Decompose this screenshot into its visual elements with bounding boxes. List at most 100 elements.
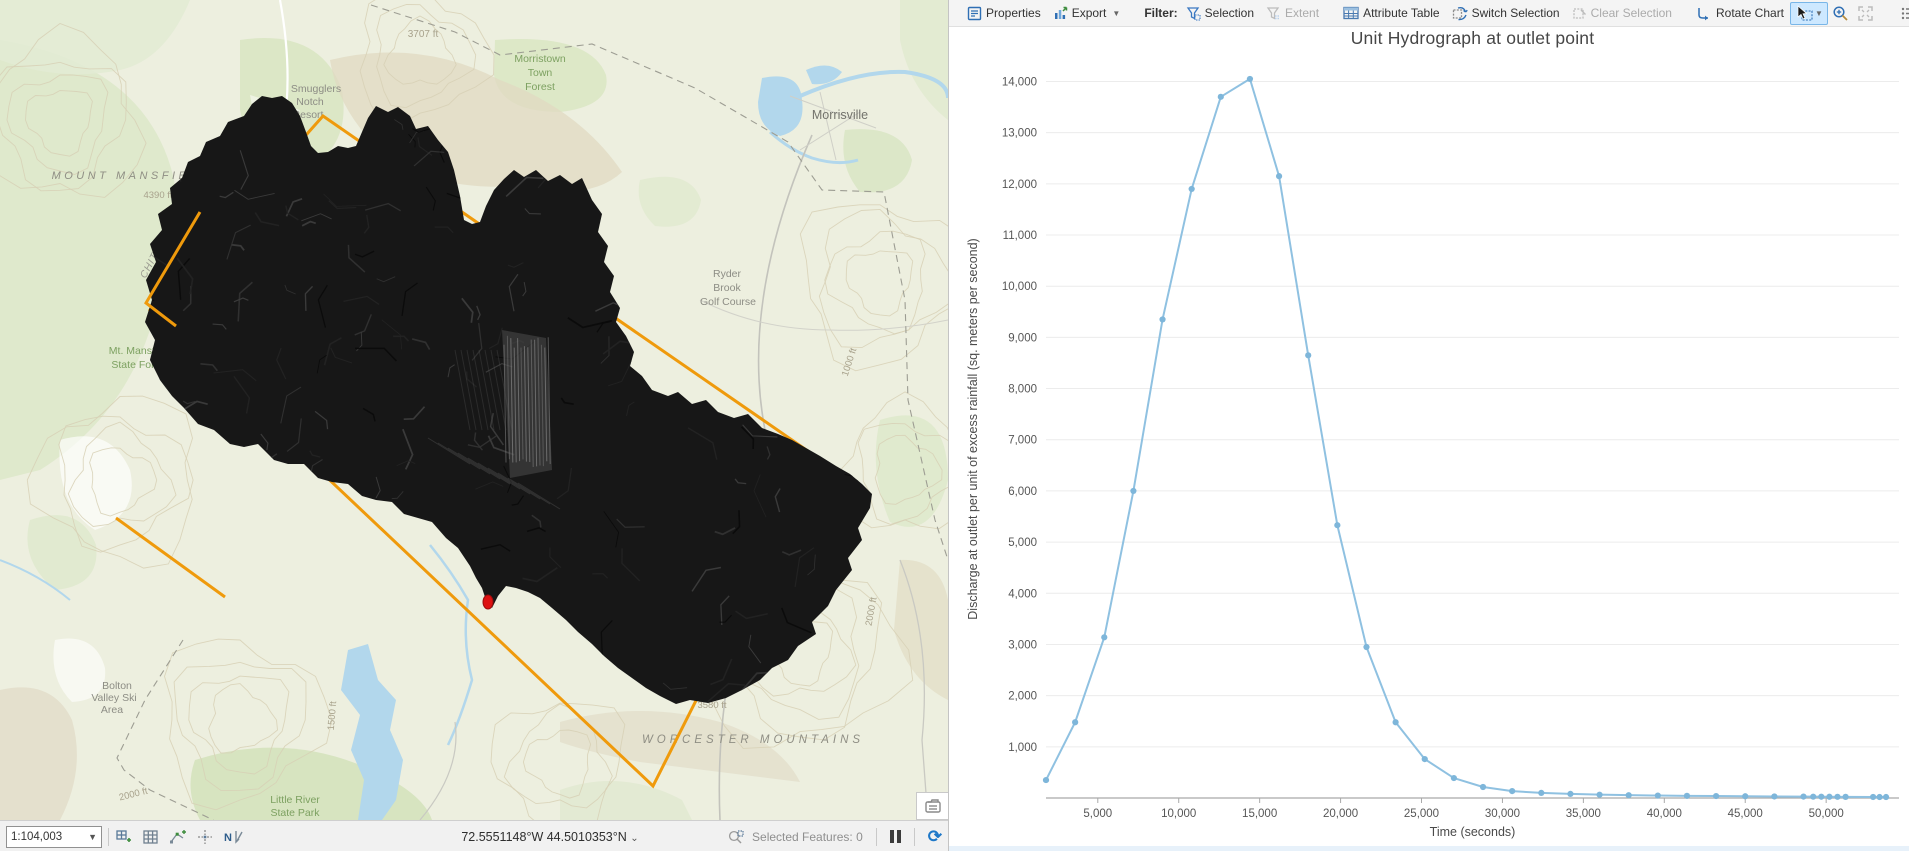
- map-overflow-button[interactable]: [916, 792, 950, 820]
- divider: [108, 827, 109, 846]
- data-point-marker: [1334, 522, 1341, 529]
- chart-panel-edge: [949, 846, 1909, 851]
- cursor-coordinates[interactable]: 72.5551148°W 44.5010353°N: [461, 830, 626, 844]
- snap-crosshair-icon[interactable]: [197, 829, 213, 845]
- rotate-chart-button[interactable]: Rotate Chart: [1690, 3, 1790, 24]
- export-button[interactable]: Export ▼: [1047, 3, 1127, 24]
- data-point-marker: [1625, 792, 1632, 799]
- data-point-marker: [1771, 793, 1778, 800]
- data-point-marker: [1188, 185, 1195, 193]
- data-point-marker: [1421, 756, 1428, 763]
- data-point-marker: [1826, 793, 1833, 800]
- filter-selection-button[interactable]: Selection: [1180, 3, 1260, 24]
- map-scale-value: 1:104,003: [11, 830, 63, 843]
- y-tick-label: 10,000: [1002, 281, 1037, 293]
- grid-icon[interactable]: [143, 829, 159, 845]
- data-point-marker: [1101, 634, 1108, 641]
- data-point-marker: [1882, 793, 1890, 801]
- export-chart-icon: [1054, 6, 1067, 19]
- chart-body: Unit Hydrograph at outlet point Discharg…: [949, 27, 1909, 851]
- data-point-marker: [1834, 793, 1841, 800]
- divider: [875, 827, 877, 846]
- y-tick-label: 5,000: [1008, 537, 1037, 549]
- map-label: 4390 ft: [143, 190, 172, 201]
- data-point-marker: [1842, 793, 1849, 800]
- chart-view-panel: Properties Export ▼ Filter: Selection Ex…: [948, 0, 1909, 851]
- switch-selection-label: Switch Selection: [1471, 6, 1560, 20]
- y-tick-label: 1,000: [1008, 742, 1037, 754]
- switch-selection-icon: [1452, 6, 1468, 20]
- data-point-marker: [1363, 643, 1370, 651]
- rotate-chart-label: Rotate Chart: [1715, 6, 1785, 20]
- data-point-marker: [1683, 792, 1691, 799]
- chart-title: Unit Hydrograph at outlet point: [1350, 28, 1595, 48]
- properties-icon: [967, 6, 982, 20]
- data-point-marker: [1159, 316, 1166, 323]
- map-label: Town: [528, 67, 553, 79]
- x-tick-label: 25,000: [1404, 808, 1439, 820]
- data-point-marker: [1800, 793, 1807, 800]
- chevron-down-icon[interactable]: ⌄: [630, 833, 638, 844]
- x-tick-label: 10,000: [1161, 808, 1196, 820]
- x-tick-label: 35,000: [1566, 808, 1601, 820]
- map-label: Brook: [713, 282, 741, 294]
- x-tick-label: 30,000: [1485, 808, 1520, 820]
- y-tick-label: 7,000: [1008, 435, 1037, 447]
- map-label: Notch: [296, 96, 324, 108]
- selected-features-count: Selected Features: 0: [752, 829, 863, 844]
- chart-toolbar: Properties Export ▼ Filter: Selection Ex…: [949, 0, 1909, 27]
- map-label: Ryder: [713, 268, 742, 280]
- select-tool-button[interactable]: ▼: [1790, 1, 1828, 25]
- y-tick-label: 12,000: [1002, 179, 1037, 191]
- data-point-marker: [1818, 793, 1825, 800]
- zoom-tool-button[interactable]: [1828, 3, 1853, 24]
- map-label: Bolton: [102, 680, 132, 692]
- extent-label: Extent: [1285, 6, 1320, 20]
- arcgis-pro-window: MOUNT MANSFIELD4390 ftCHITTENDENSmuggler…: [0, 0, 1909, 851]
- add-graticule-icon[interactable]: [115, 829, 133, 845]
- attribute-table-button[interactable]: Attribute Table: [1337, 3, 1446, 23]
- y-tick-label: 9,000: [1008, 332, 1037, 344]
- map-status-bar: 1:104,003 ▼ N 72.5551148°W 44.5010353°N …: [0, 820, 948, 851]
- edit-vertices-icon[interactable]: [169, 829, 187, 845]
- map-label: Morristown: [514, 53, 566, 65]
- map-label: Morrisville: [812, 108, 868, 122]
- y-tick-label: 4,000: [1008, 588, 1037, 600]
- switch-selection-button[interactable]: Switch Selection: [1446, 3, 1566, 24]
- x-tick-label: 20,000: [1323, 808, 1358, 820]
- filter-extent-icon: [1266, 6, 1281, 20]
- chevron-down-icon: ▼: [1112, 8, 1121, 18]
- clear-selection-icon: [1572, 7, 1586, 19]
- data-point-marker: [1654, 792, 1661, 799]
- map-label: State Park: [270, 807, 320, 819]
- x-tick-label: 15,000: [1242, 808, 1277, 820]
- chart-list-button[interactable]: ▼: [1896, 4, 1909, 23]
- data-point-marker: [1130, 487, 1137, 495]
- data-point-marker: [1042, 776, 1050, 784]
- map-label: Forest: [525, 81, 555, 93]
- data-point-marker: [1742, 793, 1749, 800]
- map-view-panel: MOUNT MANSFIELD4390 ftCHITTENDENSmuggler…: [0, 0, 950, 851]
- north-arrow-icon[interactable]: N: [223, 829, 245, 845]
- full-extent-button: [1853, 3, 1878, 24]
- y-tick-label: 11,000: [1003, 230, 1037, 242]
- selection-label: Selection: [1204, 6, 1255, 20]
- refresh-icon[interactable]: ⟳: [928, 828, 942, 845]
- data-point-marker: [1810, 793, 1817, 800]
- map-canvas[interactable]: MOUNT MANSFIELD4390 ftCHITTENDENSmuggler…: [0, 0, 948, 820]
- clear-selection-button: Clear Selection: [1566, 3, 1678, 24]
- map-label: Golf Course: [700, 296, 756, 308]
- data-point-marker: [1217, 93, 1224, 100]
- attribute-table-label: Attribute Table: [1363, 6, 1440, 20]
- outlet-point-marker[interactable]: [482, 594, 494, 610]
- data-point-marker: [1870, 793, 1877, 801]
- map-scale-select[interactable]: 1:104,003 ▼: [6, 825, 102, 848]
- pause-drawing-button[interactable]: [889, 830, 901, 843]
- zoom-in-icon: [1833, 5, 1848, 21]
- map-label: Area: [101, 704, 123, 716]
- map-label: Valley Ski: [91, 692, 136, 704]
- properties-button[interactable]: Properties: [961, 3, 1047, 24]
- hydrograph-line: [1045, 77, 1887, 799]
- chevron-down-icon: ▼: [1815, 8, 1823, 18]
- hydrograph-plot[interactable]: 1,000 2,000 3,000 4,000 5,000 6,000 7,000 8,000…: [949, 27, 1909, 851]
